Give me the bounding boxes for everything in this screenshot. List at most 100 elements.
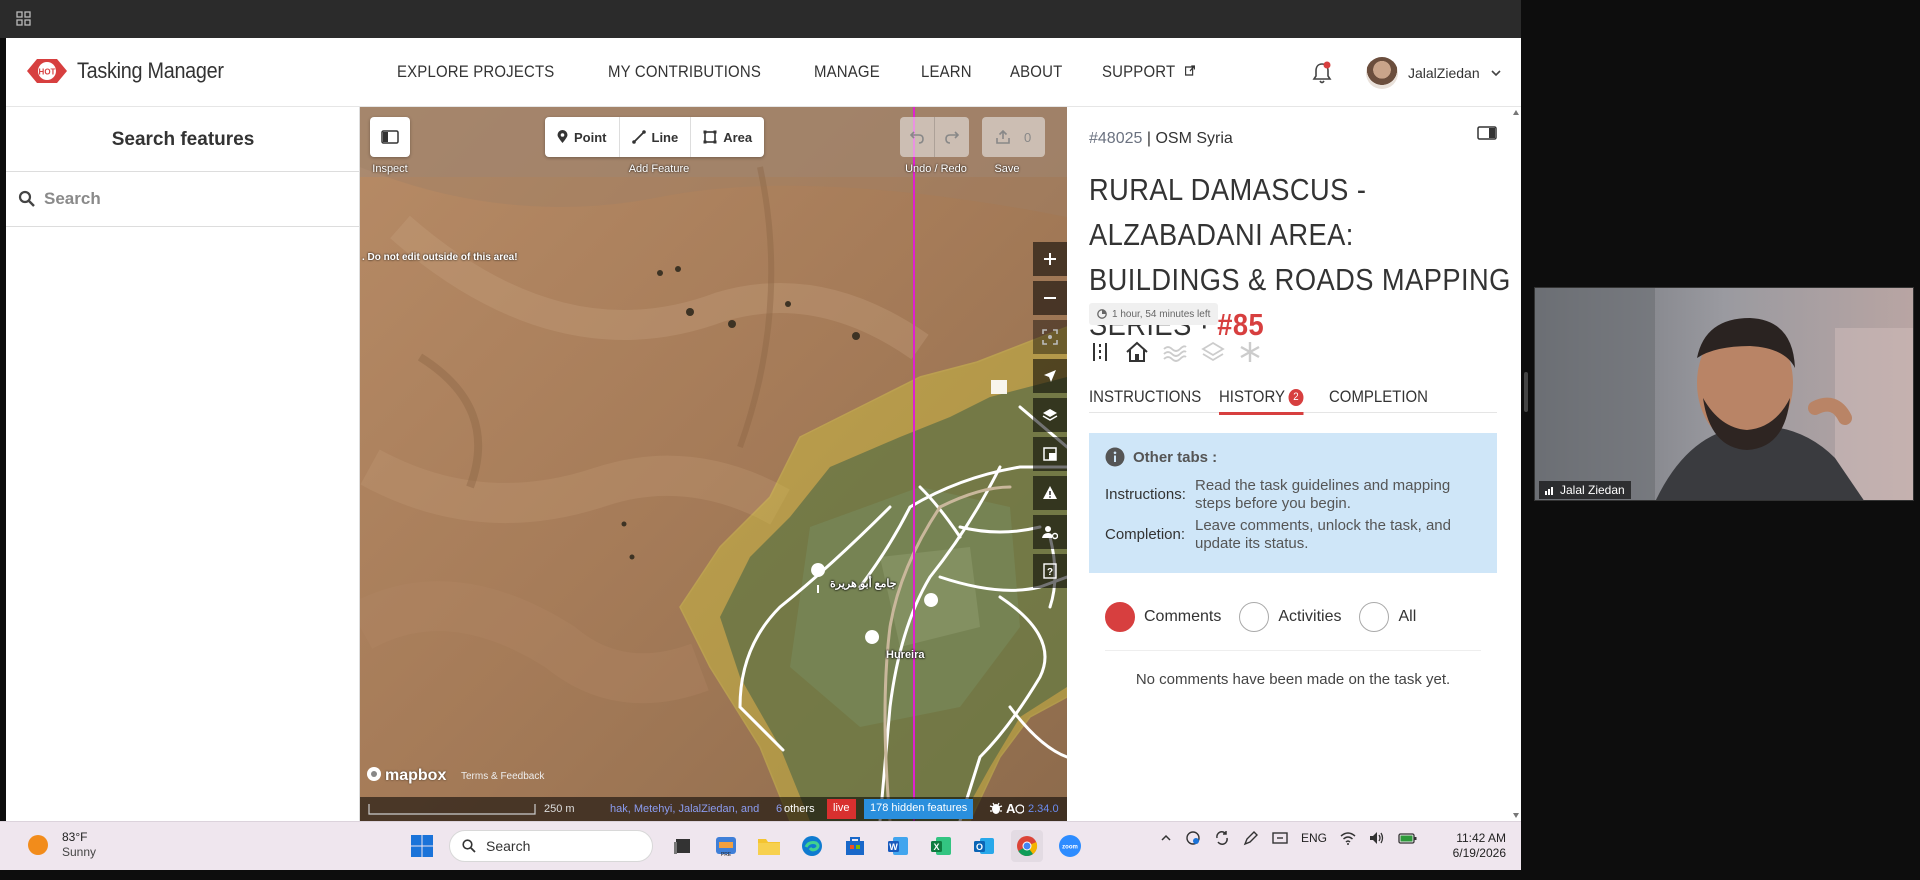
undo-icon	[910, 131, 924, 144]
save-button[interactable]: 0	[982, 117, 1046, 157]
filter-activities[interactable]: Activities	[1239, 602, 1341, 632]
zoom-in-button[interactable]	[1033, 242, 1067, 276]
task-view-button[interactable]	[667, 830, 699, 862]
nav-support[interactable]: SUPPORT	[1102, 62, 1195, 82]
signal-bars-icon	[1545, 487, 1553, 495]
svg-text:O: O	[976, 842, 983, 852]
redo-button[interactable]	[935, 117, 969, 157]
bug-icon	[989, 802, 1003, 814]
user-menu[interactable]: JalalZiedan	[1366, 57, 1502, 89]
inspect-button[interactable]	[370, 117, 410, 157]
zoom-out-button[interactable]	[1033, 281, 1067, 315]
splitter-handle[interactable]	[1524, 372, 1528, 412]
live-badge[interactable]: live	[827, 799, 856, 819]
sync-icon[interactable]	[1214, 830, 1230, 846]
outlook-button[interactable]: O	[968, 830, 1000, 862]
edit-boundary-warning: . Do not edit outside of this area!	[362, 252, 518, 263]
copilot-button[interactable]: PRE	[710, 830, 742, 862]
taskbar-apps: Search PRE W X O zoom	[406, 830, 1097, 862]
apps-grid-icon[interactable]	[16, 11, 32, 27]
others-count[interactable]: 6	[776, 803, 782, 815]
map-data-button[interactable]	[1033, 437, 1067, 471]
add-line-button[interactable]: Line	[620, 117, 692, 157]
map-editor[interactable]: Inspect Point Line Area Add Feature Undo…	[360, 107, 1067, 821]
feature-search-input[interactable]	[44, 184, 344, 214]
battery-icon[interactable]	[1398, 831, 1418, 845]
mapbox-logo[interactable]: mapbox	[366, 766, 446, 785]
nav-my-contributions[interactable]: MY CONTRIBUTIONS	[608, 62, 761, 82]
bug-report-icon[interactable]	[988, 800, 1004, 819]
notification-bell-icon[interactable]	[1311, 61, 1333, 85]
info-row-completion: Completion: Leave comments, unlock the t…	[1105, 517, 1485, 553]
excel-button[interactable]: X	[925, 830, 957, 862]
scrollbar[interactable]	[1511, 107, 1521, 821]
taskbar-search[interactable]: Search	[449, 830, 653, 862]
redo-icon	[945, 131, 959, 144]
word-button[interactable]: W	[882, 830, 914, 862]
site-header: HOT Tasking Manager EXPLORE PROJECTS MY …	[6, 38, 1521, 107]
organisation-name: OSM Syria	[1155, 130, 1233, 147]
volume-icon[interactable]	[1369, 831, 1385, 845]
nav-learn[interactable]: LEARN	[921, 62, 972, 82]
accessibility-icon[interactable]: A	[1006, 800, 1025, 819]
weather-widget[interactable]: 83°F Sunny	[28, 830, 96, 860]
language-indicator[interactable]: ENG	[1301, 831, 1327, 845]
store-button[interactable]	[839, 830, 871, 862]
zoom-app-button[interactable]: zoom	[1054, 830, 1086, 862]
system-tray: ENG	[1160, 830, 1431, 846]
issues-button[interactable]	[1033, 476, 1067, 510]
zoom-to-selection-button[interactable]	[1033, 320, 1067, 354]
version-link[interactable]: 2.34.0	[1028, 803, 1059, 815]
tab-instructions[interactable]: INSTRUCTIONS	[1089, 387, 1201, 407]
tab-history[interactable]: HISTORY 2	[1219, 387, 1304, 415]
info-heading-text: Other tabs :	[1133, 448, 1218, 466]
other-tabs-info: Other tabs : Instructions: Read the task…	[1089, 433, 1497, 573]
defender-icon[interactable]	[1185, 830, 1201, 846]
geolocate-button[interactable]	[1033, 359, 1067, 393]
system-clock[interactable]: 11:42 AM 6/19/2026	[1430, 831, 1506, 861]
minus-icon	[1044, 297, 1056, 299]
nav-about[interactable]: ABOUT	[1010, 62, 1062, 82]
nav-explore-projects[interactable]: EXPLORE PROJECTS	[397, 62, 554, 82]
waterways-icon	[1163, 345, 1187, 362]
pen-icon[interactable]	[1243, 830, 1259, 846]
panel-collapse-icon[interactable]	[1477, 125, 1497, 141]
history-filters: Comments Activities All	[1105, 602, 1434, 632]
add-point-button[interactable]: Point	[545, 117, 620, 157]
chevron-up-icon[interactable]	[1160, 832, 1172, 844]
word-icon: W	[888, 837, 908, 855]
svg-text:?: ?	[1047, 567, 1053, 578]
inspect-btn-inner	[370, 117, 410, 157]
start-button[interactable]	[406, 830, 438, 862]
terms-feedback-link[interactable]: Terms & Feedback	[461, 771, 544, 782]
display-icon[interactable]	[1272, 830, 1288, 846]
task-number: #85	[1217, 307, 1265, 342]
hidden-features-badge[interactable]: 178 hidden features	[864, 799, 974, 819]
search-box	[6, 171, 360, 227]
zoom-to-selection-icon	[1042, 329, 1058, 345]
filter-all[interactable]: All	[1359, 602, 1416, 632]
clock-date: 6/19/2026	[1452, 846, 1506, 860]
filter-comments[interactable]: Comments	[1105, 602, 1221, 632]
logo[interactable]: HOT Tasking Manager	[21, 55, 240, 87]
tab-completion[interactable]: COMPLETION	[1329, 387, 1428, 407]
background-layers-button[interactable]	[1033, 398, 1067, 432]
zoom-icon: zoom	[1059, 835, 1081, 857]
filter-activities-label: Activities	[1278, 608, 1342, 625]
project-id-link[interactable]: #48025	[1089, 130, 1142, 147]
user-settings-icon	[1042, 526, 1058, 540]
tab-history-label: HISTORY	[1219, 387, 1285, 406]
file-explorer-button[interactable]	[753, 830, 785, 862]
nav-manage[interactable]: MANAGE	[814, 62, 880, 82]
wifi-icon[interactable]	[1340, 831, 1356, 845]
radio-dot	[1359, 602, 1390, 632]
clock-icon	[1097, 309, 1107, 319]
undo-button[interactable]	[900, 117, 935, 157]
edge-button[interactable]	[796, 830, 828, 862]
feature-search-panel: Search features	[6, 107, 360, 821]
add-area-button[interactable]: Area	[691, 117, 764, 157]
preferences-button[interactable]	[1033, 515, 1067, 549]
contributors-list[interactable]: hak, Metehyi, JalalZiedan, and	[610, 803, 759, 815]
chrome-button[interactable]	[1011, 830, 1043, 862]
help-button[interactable]: ?	[1033, 554, 1067, 588]
